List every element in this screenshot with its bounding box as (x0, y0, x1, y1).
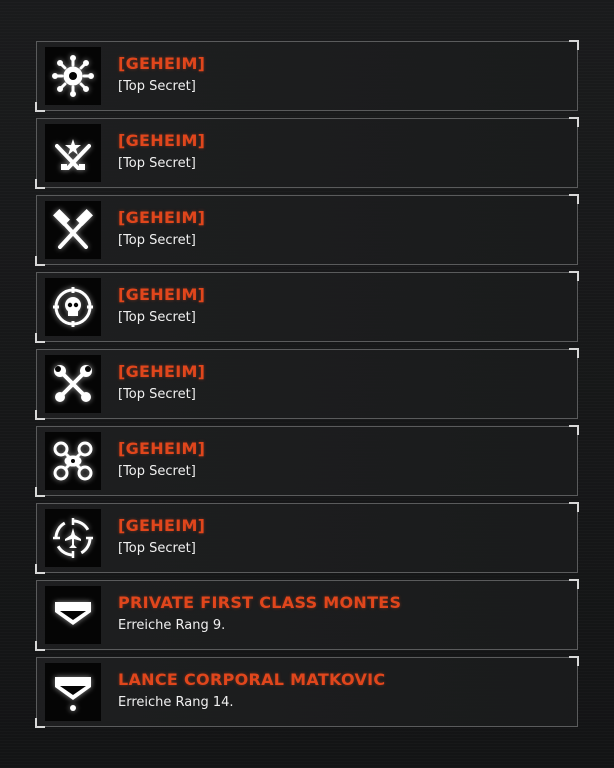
achievement-description: Erreiche Rang 14. (118, 695, 234, 710)
achievement-description: [Top Secret] (118, 79, 196, 94)
achievement-card[interactable]: PRIVATE FIRST CLASS MONTES Erreiche Rang… (35, 579, 579, 651)
achievement-title: [GEHEIM] (118, 362, 206, 381)
achievement-card[interactable]: [GEHEIM] [Top Secret] (35, 425, 579, 497)
achievement-title: [GEHEIM] (118, 285, 206, 304)
skull-target-icon (45, 278, 101, 336)
achievement-title: [GEHEIM] (118, 439, 206, 458)
achievement-description: Erreiche Rang 9. (118, 618, 226, 633)
achievement-title: [GEHEIM] (118, 516, 206, 535)
achievement-description: [Top Secret] (118, 464, 196, 479)
achievement-card[interactable]: [GEHEIM] [Top Secret] (35, 502, 579, 574)
achievement-description: [Top Secret] (118, 310, 196, 325)
achievement-description: [Top Secret] (118, 233, 196, 248)
achievement-card[interactable]: [GEHEIM] [Top Secret] (35, 271, 579, 343)
achievement-card[interactable]: [GEHEIM] [Top Secret] (35, 40, 579, 112)
achievement-list: [GEHEIM] [Top Secret] [GEHEIM] [Top Secr… (35, 40, 579, 734)
achievement-card[interactable]: [GEHEIM] [Top Secret] (35, 117, 579, 189)
achievement-title: LANCE CORPORAL MATKOVIC (118, 670, 386, 689)
achievement-title: [GEHEIM] (118, 208, 206, 227)
rank-chevron-icon (45, 586, 101, 644)
achievement-title: PRIVATE FIRST CLASS MONTES (118, 593, 402, 612)
achievement-title: [GEHEIM] (118, 131, 206, 150)
achievement-description: [Top Secret] (118, 156, 196, 171)
achievement-card[interactable]: [GEHEIM] [Top Secret] (35, 194, 579, 266)
crossed-wrenches-icon (45, 355, 101, 413)
spiked-sun-icon (45, 47, 101, 105)
rank-chevron-dot-icon (45, 663, 101, 721)
achievement-card[interactable]: [GEHEIM] [Top Secret] (35, 348, 579, 420)
crosshair-aircraft-icon (45, 509, 101, 567)
crossed-knives-star-icon (45, 124, 101, 182)
achievement-card[interactable]: LANCE CORPORAL MATKOVIC Erreiche Rang 14… (35, 656, 579, 728)
achievement-title: [GEHEIM] (118, 54, 206, 73)
achievement-description: [Top Secret] (118, 387, 196, 402)
crossed-hammers-icon (45, 201, 101, 259)
drone-icon (45, 432, 101, 490)
achievement-description: [Top Secret] (118, 541, 196, 556)
